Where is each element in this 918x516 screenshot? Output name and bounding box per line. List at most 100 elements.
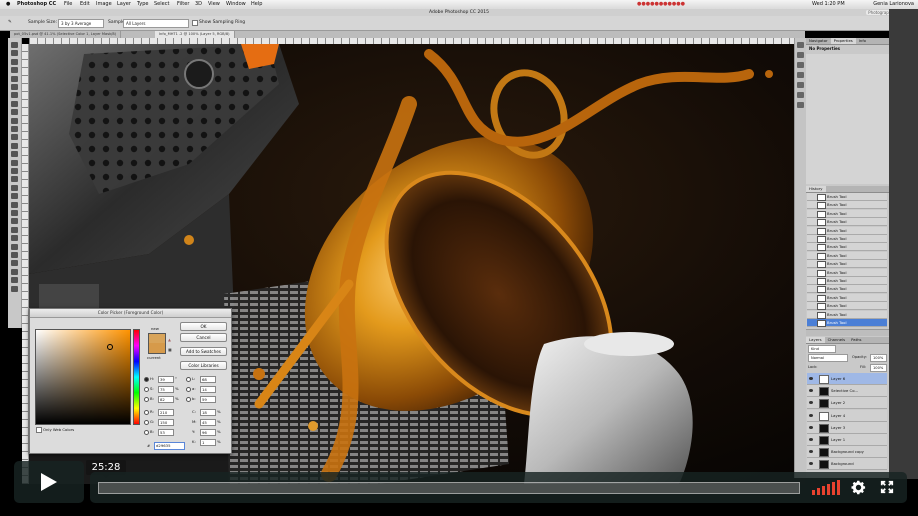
layer-row[interactable]: Selective Co...: [807, 385, 887, 398]
brightness-radio[interactable]: [144, 397, 149, 402]
menu-image[interactable]: Image: [96, 0, 112, 9]
history-item[interactable]: Brush Tool: [807, 285, 887, 294]
tool-icon[interactable]: [11, 193, 18, 200]
doc-tab-pot[interactable]: pot_05v1.psd @ 41.1% (Selective Color 1,…: [10, 31, 122, 38]
blue-field[interactable]: 53: [158, 429, 174, 436]
panel-toggle-icon[interactable]: [797, 82, 804, 88]
history-item[interactable]: Brush Tool: [807, 293, 887, 302]
tool-icon[interactable]: [11, 176, 18, 183]
layer-row[interactable]: Layer 6: [807, 373, 887, 385]
history-item[interactable]: Brush Tool: [807, 260, 887, 269]
blue-radio[interactable]: [144, 430, 149, 435]
tool-icon[interactable]: [11, 134, 18, 141]
history-item[interactable]: Brush Tool: [807, 277, 887, 285]
history-item[interactable]: Brush Tool: [807, 302, 887, 311]
tool-icon[interactable]: [11, 42, 18, 48]
layer-row[interactable]: Layer 1: [807, 434, 887, 446]
red-radio[interactable]: [144, 410, 149, 415]
eye-icon[interactable]: [809, 377, 813, 380]
menu-type[interactable]: Type: [137, 0, 148, 9]
tool-icon[interactable]: [11, 67, 18, 74]
play-button[interactable]: [14, 461, 84, 503]
panel-toggle-icon[interactable]: [797, 72, 804, 78]
b-field[interactable]: 82: [158, 396, 174, 403]
tool-icon[interactable]: [11, 142, 18, 149]
tool-icon[interactable]: [11, 84, 18, 90]
tool-icon[interactable]: [11, 252, 18, 258]
panel-toggle-icon[interactable]: [797, 92, 804, 98]
menubar-app-name[interactable]: Photoshop CC: [17, 0, 56, 9]
tab-channels[interactable]: Channels: [825, 337, 849, 343]
ok-button[interactable]: OK: [180, 322, 227, 331]
menu-3d[interactable]: 3D: [195, 0, 202, 9]
g-field[interactable]: 150: [158, 419, 174, 426]
apple-icon[interactable]: ●: [6, 0, 10, 9]
eye-icon[interactable]: [809, 438, 813, 441]
eyedropper-icon[interactable]: ✎: [8, 20, 12, 25]
menubar-user[interactable]: Genia Larionova: [873, 0, 914, 9]
layer-row[interactable]: Background: [807, 458, 887, 471]
color-field-marker[interactable]: [107, 344, 113, 350]
tool-icon[interactable]: [11, 277, 18, 284]
history-item[interactable]: Brush Tool: [807, 251, 887, 260]
sample-size-select[interactable]: 3 by 3 Average: [58, 19, 104, 28]
tool-icon[interactable]: [11, 268, 18, 275]
tab-navigator[interactable]: Navigator: [806, 38, 831, 44]
panel-toggle-icon[interactable]: [797, 62, 804, 68]
a-radio[interactable]: [186, 387, 191, 392]
tool-icon[interactable]: [11, 235, 18, 242]
m-field[interactable]: 45: [200, 419, 216, 426]
history-item[interactable]: Brush Tool: [807, 268, 887, 277]
color-libraries-button[interactable]: Color Libraries: [180, 361, 227, 370]
opacity-field[interactable]: 100%: [870, 354, 887, 362]
panel-toggle-icon[interactable]: [797, 52, 804, 58]
a-field[interactable]: 14: [200, 386, 216, 393]
history-item[interactable]: Brush Tool: [807, 209, 887, 218]
tool-icon[interactable]: [11, 151, 18, 158]
h-field[interactable]: 39: [158, 376, 174, 383]
eye-icon[interactable]: [809, 413, 813, 417]
tool-icon[interactable]: [11, 109, 18, 116]
menu-filter[interactable]: Filter: [177, 0, 189, 9]
gamut-warning-icon[interactable]: ▲: [168, 337, 171, 342]
eye-icon[interactable]: [809, 401, 813, 405]
history-item[interactable]: Brush Tool: [807, 201, 887, 210]
eye-icon[interactable]: [809, 425, 813, 429]
s-field[interactable]: 75: [158, 386, 174, 393]
tool-icon[interactable]: [11, 201, 18, 208]
settings-gear-icon[interactable]: [850, 479, 867, 496]
l-radio[interactable]: [186, 377, 191, 382]
menu-help[interactable]: Help: [251, 0, 262, 9]
history-item[interactable]: Brush Tool: [807, 193, 887, 201]
history-item[interactable]: Brush Tool: [807, 218, 887, 227]
k-field[interactable]: 1: [200, 439, 216, 446]
current-color-swatch[interactable]: [148, 343, 166, 354]
layer-row[interactable]: Layer 2: [807, 397, 887, 410]
menu-select[interactable]: Select: [154, 0, 169, 9]
tool-icon[interactable]: [11, 75, 18, 82]
history-item[interactable]: Brush Tool: [807, 243, 887, 252]
menu-edit[interactable]: Edit: [80, 0, 90, 9]
r-field[interactable]: 210: [158, 409, 174, 416]
hue-slider[interactable]: [133, 329, 140, 425]
menu-layer[interactable]: Layer: [117, 0, 131, 9]
hue-radio[interactable]: [144, 377, 149, 382]
tool-icon[interactable]: [11, 117, 18, 124]
tab-info[interactable]: Info: [856, 38, 869, 44]
c-field[interactable]: 18: [200, 409, 216, 416]
history-item[interactable]: Brush Tool: [807, 310, 887, 319]
doc-tab-info[interactable]: Info_MHT1 .2 @ 100% (Layer 5, RGB/8): [155, 31, 235, 38]
tool-icon[interactable]: [11, 50, 18, 57]
add-to-swatches-button[interactable]: Add to Swatches: [180, 347, 227, 356]
layer-row[interactable]: Layer 3: [807, 421, 887, 434]
progress-bar[interactable]: [98, 482, 800, 494]
only-web-colors-checkbox[interactable]: [36, 427, 42, 433]
eye-icon[interactable]: [809, 450, 813, 454]
l-field[interactable]: 68: [200, 376, 216, 383]
lab-b-field[interactable]: 59: [200, 396, 216, 403]
tool-icon[interactable]: [11, 243, 18, 250]
green-radio[interactable]: [144, 420, 149, 425]
tool-icon[interactable]: [11, 159, 18, 166]
blend-mode-select[interactable]: Normal: [808, 354, 848, 362]
saturation-radio[interactable]: [144, 387, 149, 392]
